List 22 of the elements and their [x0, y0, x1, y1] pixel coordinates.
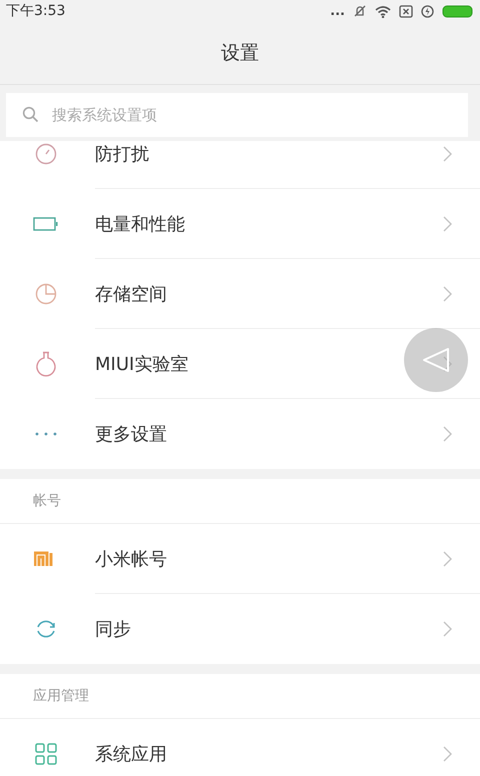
settings-item[interactable]: 电量和性能 — [0, 189, 480, 259]
settings-item[interactable]: MIUI实验室 — [0, 329, 480, 399]
item-label: MIUI实验室 — [95, 352, 188, 376]
page-title: 设置 — [221, 41, 259, 66]
search-field[interactable]: 搜索系统设置项 — [6, 93, 468, 137]
item-label: 小米帐号 — [95, 548, 167, 570]
settings-item[interactable]: 存储空间 — [0, 259, 480, 329]
settings-item[interactable]: 防打扰 — [0, 141, 480, 189]
item-label: 更多设置 — [95, 423, 167, 446]
section-header: 应用管理 — [33, 687, 89, 705]
settings-item[interactable]: 系统应用 — [0, 719, 480, 776]
settings-item[interactable]: 小米帐号 — [0, 524, 480, 594]
item-label: 系统应用 — [95, 743, 167, 766]
status-time: 下午3:53 — [6, 2, 66, 20]
item-label: 电量和性能 — [95, 212, 185, 236]
item-label: 同步 — [95, 618, 131, 641]
settings-item[interactable]: 更多设置 — [0, 399, 480, 469]
item-label: 存储空间 — [95, 282, 167, 306]
section-header: 帐号 — [33, 492, 61, 510]
settings-item[interactable]: 同步 — [0, 594, 480, 664]
notification-dots: ... — [330, 4, 345, 18]
item-label: 防打扰 — [95, 142, 149, 166]
